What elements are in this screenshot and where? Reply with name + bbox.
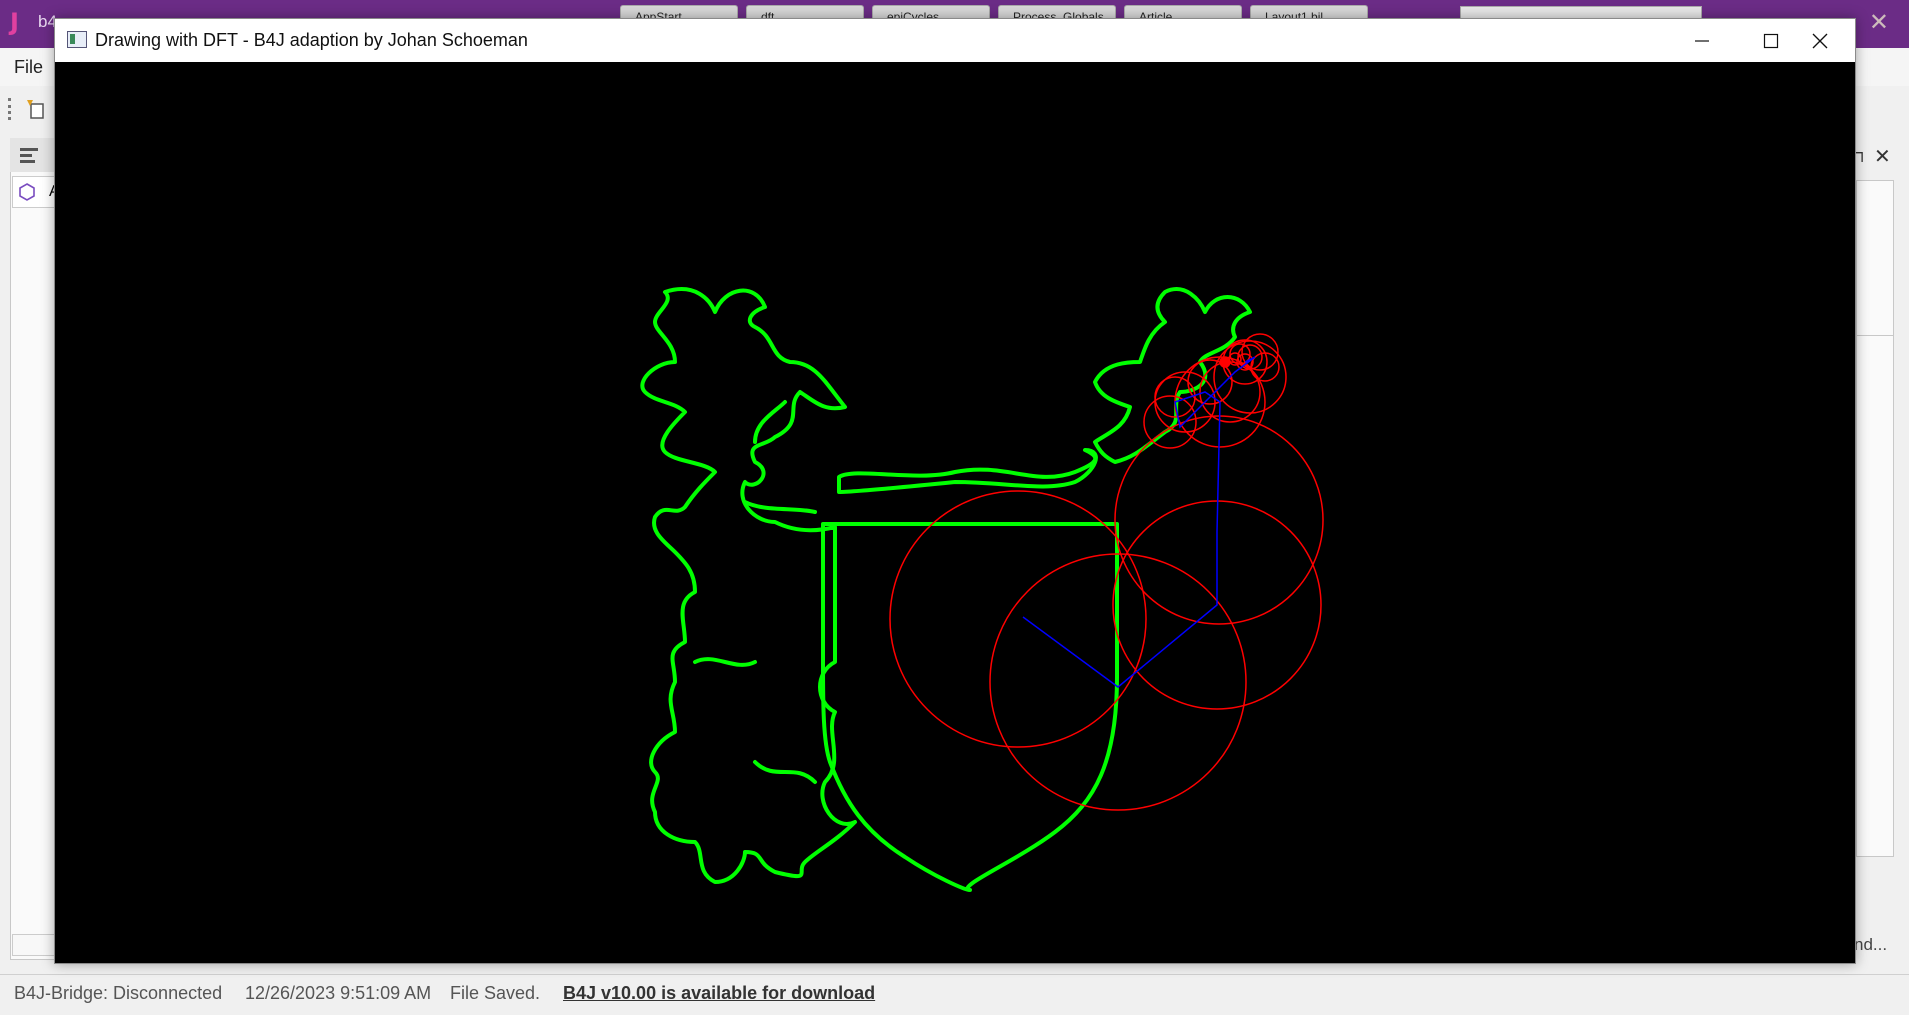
ide-tab[interactable]: epiCycles: [872, 5, 990, 19]
app-window-icon: [67, 31, 87, 48]
ide-close-icon[interactable]: ✕: [1869, 8, 1889, 37]
toolbar-grip-icon[interactable]: [8, 98, 14, 120]
epicycle-circle: [889, 490, 1147, 748]
ide-left-panel-header: [10, 138, 55, 172]
menu-file[interactable]: File: [14, 57, 43, 78]
minimize-button[interactable]: [1667, 19, 1737, 62]
properties-icon: [20, 148, 38, 163]
maximize-icon: [1763, 33, 1779, 48]
ide-tab[interactable]: AppStart: [620, 5, 738, 19]
window-title: Drawing with DFT - B4J adaption by Johan…: [95, 30, 528, 50]
update-available-link[interactable]: B4J v10.00 is available for download: [563, 983, 875, 1004]
new-file-icon[interactable]: [25, 98, 47, 120]
bridge-status: B4J-Bridge: Disconnected: [14, 983, 223, 1003]
right-panel-hint: nd...: [1854, 935, 1888, 954]
cube-icon: [19, 183, 35, 201]
close-button[interactable]: [1785, 19, 1855, 62]
dft-drawing: [640, 287, 1324, 892]
window-titlebar[interactable]: Drawing with DFT - B4J adaption by Johan…: [55, 19, 1855, 62]
ide-tab[interactable]: Process_Globals: [998, 5, 1116, 19]
minimize-icon: [1695, 39, 1709, 42]
left-scrollbar[interactable]: [12, 934, 58, 956]
mantling-banner: [837, 448, 1098, 494]
file-status: File Saved.: [450, 983, 541, 1003]
shield-outline: [821, 522, 1119, 892]
ide-tab[interactable]: dft: [746, 5, 864, 19]
epicycle-circle: [1143, 395, 1197, 449]
b4j-logo-icon: J: [10, 8, 19, 36]
dft-window: Drawing with DFT - B4J adaption by Johan…: [54, 18, 1856, 964]
ide-right-panel-lower: [1856, 335, 1894, 857]
pen-tip-dot: [1219, 356, 1231, 368]
status-timestamp: 12/26/2023 9:51:09 AM: [245, 983, 432, 1003]
ide-tab[interactable]: Article: [1124, 5, 1242, 19]
ide-tab[interactable]: Layout1.bjl: [1250, 5, 1368, 19]
ide-left-panel: [10, 138, 57, 960]
close-icon: [1812, 33, 1828, 48]
panel-close-icon[interactable]: ✕: [1874, 144, 1891, 169]
drawing-canvas[interactable]: [55, 62, 1855, 963]
ide-module-tabs: AppStart dft epiCycles Process_Globals A…: [620, 5, 1368, 19]
ide-left-panel-item[interactable]: A: [12, 176, 60, 208]
